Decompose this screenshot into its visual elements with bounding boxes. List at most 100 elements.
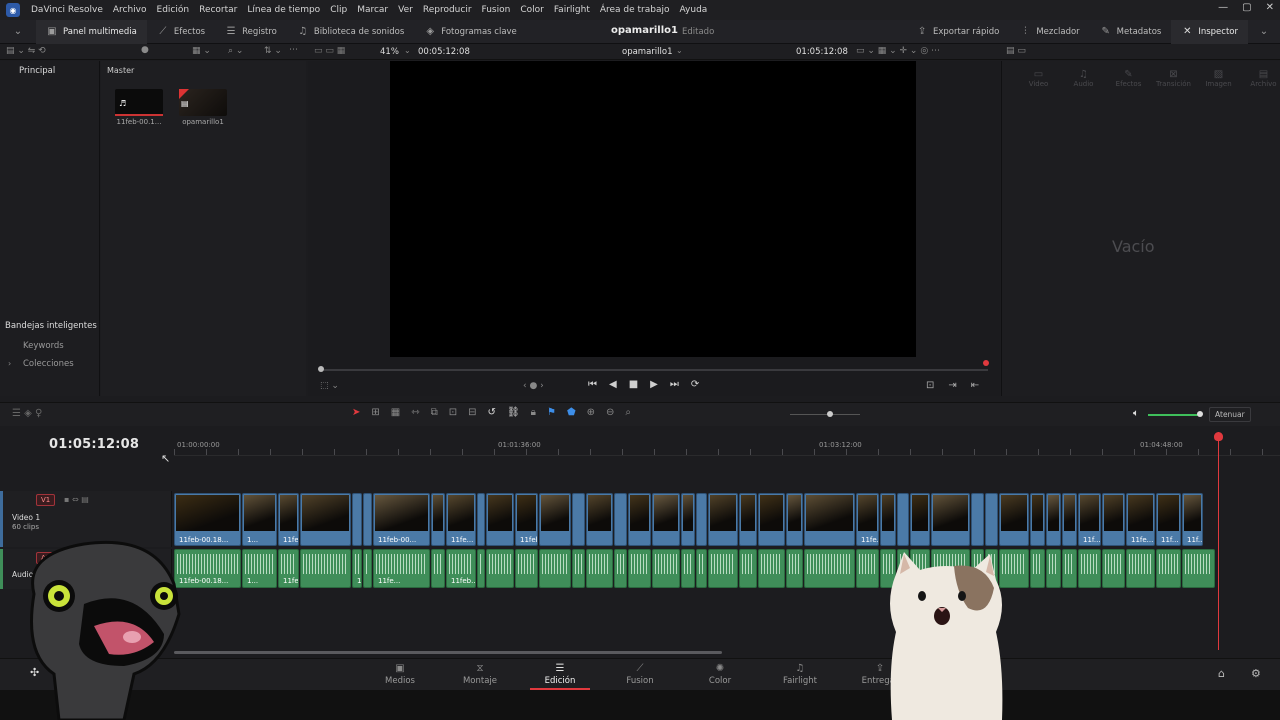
track-controls-icon[interactable]: ▪ ⇔ ▤ <box>64 495 89 504</box>
flag-icon[interactable]: ⚑ <box>547 407 556 418</box>
scrubber-bar[interactable] <box>320 369 988 371</box>
video-clip[interactable] <box>431 493 445 546</box>
more-options-icon[interactable]: ⋯ <box>289 45 298 55</box>
selection-arrow-icon[interactable]: ➤ <box>352 407 360 418</box>
viewer-layout-icon[interactable]: ▭ ▭ ▦ <box>314 46 345 56</box>
audio-clip[interactable] <box>739 549 757 588</box>
audio-clip[interactable] <box>1156 549 1181 588</box>
video-clip[interactable]: 11f... <box>1078 493 1101 546</box>
video-clip[interactable] <box>300 493 351 546</box>
replace-icon[interactable]: ⊟ <box>468 407 476 418</box>
timeline-ruler[interactable]: 01:00:00:00 01:01:36:00 01:03:12:00 01:0… <box>174 434 1280 456</box>
sound-library-button[interactable]: ♫ Biblioteca de sonidos <box>287 20 414 44</box>
page-fusion[interactable]: ⟋ Fusion <box>610 663 670 686</box>
video-clip[interactable] <box>696 493 707 546</box>
overwrite-icon[interactable]: ⊡ <box>449 407 457 418</box>
timeline-playhead[interactable] <box>1218 432 1219 650</box>
search-icon[interactable]: ⌕ ⌄ <box>228 46 243 56</box>
grid-view-icon[interactable]: ▦ ⌄ <box>192 46 211 56</box>
blade-icon[interactable]: ⇿ <box>411 407 419 418</box>
page-media[interactable]: ▣ Medios <box>370 663 430 686</box>
bin-principal[interactable]: Principal <box>19 66 55 76</box>
zoom-level[interactable]: 41% <box>380 47 399 57</box>
menu-recortar[interactable]: Recortar <box>194 5 242 15</box>
timeline-name-dropdown[interactable]: opamarillo1 <box>622 47 672 57</box>
jog-icon[interactable]: ‹ ● › <box>523 381 544 391</box>
video-clip[interactable] <box>586 493 613 546</box>
video-clip[interactable]: 11fe... <box>1126 493 1155 546</box>
audio-clip[interactable] <box>1078 549 1101 588</box>
maximize-icon[interactable]: ▢ <box>1242 2 1251 13</box>
metadata-button[interactable]: ✎ Metadatos <box>1090 20 1172 44</box>
video-clip[interactable] <box>572 493 585 546</box>
audio-clip[interactable] <box>804 549 855 588</box>
video-clip[interactable] <box>897 493 909 546</box>
slider-dot-icon[interactable]: ● <box>141 45 149 55</box>
page-fairlight[interactable]: ♫ Fairlight <box>770 663 830 686</box>
go-to-start-icon[interactable]: ⏮ <box>588 379 597 390</box>
video-clip[interactable] <box>363 493 372 546</box>
video-clip[interactable] <box>708 493 738 546</box>
video-clip[interactable] <box>739 493 757 546</box>
audio-clip[interactable]: 11feb-00.18... <box>174 549 241 588</box>
timeline-view-options-icon[interactable]: ☰ ◈ ♀ <box>12 408 42 419</box>
audio-clip[interactable] <box>758 549 785 588</box>
video-clip[interactable]: 11feb-00.18... <box>174 493 241 546</box>
audio-clip[interactable] <box>486 549 514 588</box>
timeline-scrollbar[interactable] <box>174 651 722 654</box>
video-clip[interactable] <box>758 493 785 546</box>
video-clip[interactable]: 11fe... <box>446 493 476 546</box>
chevron-down-icon[interactable]: ⌄ <box>404 46 411 55</box>
menu-fairlight[interactable]: Fairlight <box>549 5 595 15</box>
trim-icon[interactable]: ⊞ <box>371 407 379 418</box>
keyframes-button[interactable]: ◈ Fotogramas clave <box>414 20 527 44</box>
lock-icon[interactable]: 🔒︎ <box>531 407 536 418</box>
video-clip[interactable] <box>999 493 1029 546</box>
inspector-tab-file[interactable]: ▤ Archivo <box>1241 69 1280 88</box>
home-icon[interactable]: ⌂ <box>1218 667 1225 680</box>
audio-clip[interactable]: 11feb-00... <box>352 549 362 588</box>
insert-icon[interactable]: ⧉ <box>431 407 438 418</box>
link-icon[interactable]: ⛓ <box>507 407 520 418</box>
menu-clip[interactable]: Clip <box>325 5 352 15</box>
menu-marcar[interactable]: Marcar <box>352 5 393 15</box>
audio-clip[interactable] <box>1030 549 1045 588</box>
audio-clip[interactable] <box>586 549 613 588</box>
effects-button[interactable]: ⟋ Efectos <box>147 20 215 44</box>
audio-clip[interactable] <box>628 549 651 588</box>
chevron-right-icon[interactable]: › <box>8 359 11 368</box>
video-clip[interactable] <box>614 493 627 546</box>
dim-button[interactable]: Atenuar <box>1209 407 1251 422</box>
play-icon[interactable]: ▶ <box>650 379 658 390</box>
zoom-full-icon[interactable]: ⊕ <box>587 407 595 418</box>
video-clip[interactable] <box>628 493 651 546</box>
settings-gear-icon[interactable]: ⚙ <box>1251 667 1261 680</box>
menu-archivo[interactable]: Archivo <box>108 5 152 15</box>
audio-clip[interactable] <box>1126 549 1155 588</box>
video-clip[interactable] <box>681 493 695 546</box>
marker-icon[interactable]: ⬟ <box>567 407 576 418</box>
track-badge-v1[interactable]: V1 <box>36 494 56 506</box>
panel-toggle-icon[interactable]: ▤ ⌄ ⇋ ⟲ <box>6 46 46 56</box>
menu-linea-de-tiempo[interactable]: Línea de tiempo <box>242 5 325 15</box>
video-clip[interactable] <box>1102 493 1125 546</box>
video-clip[interactable] <box>539 493 571 546</box>
audio-clip[interactable] <box>1062 549 1077 588</box>
audio-clip[interactable]: 11fe... <box>373 549 430 588</box>
audio-clip[interactable] <box>696 549 707 588</box>
inspector-tab-video[interactable]: ▭ Video <box>1016 69 1061 88</box>
inspector-tab-audio[interactable]: ♫ Audio <box>1061 69 1106 88</box>
mixer-button[interactable]: ⫶ Mezclador <box>1009 20 1089 44</box>
video-clip[interactable]: 11feb-00... <box>373 493 430 546</box>
menu-fusion[interactable]: Fusion <box>477 5 516 15</box>
expand-panel-button[interactable]: ⌄ <box>1248 20 1280 44</box>
page-color[interactable]: ✺ Color <box>690 663 750 686</box>
audio-clip[interactable] <box>539 549 571 588</box>
timeline-timecode[interactable]: 01:05:12:08 <box>49 437 139 452</box>
dynamic-trim-icon[interactable]: ▦ <box>391 407 400 418</box>
video-clip[interactable] <box>1062 493 1077 546</box>
video-clip[interactable] <box>931 493 970 546</box>
zoom-slider[interactable] <box>790 414 860 415</box>
video-clip[interactable]: 11feb-... <box>278 493 299 546</box>
loop-icon[interactable]: ⟳ <box>691 379 699 390</box>
